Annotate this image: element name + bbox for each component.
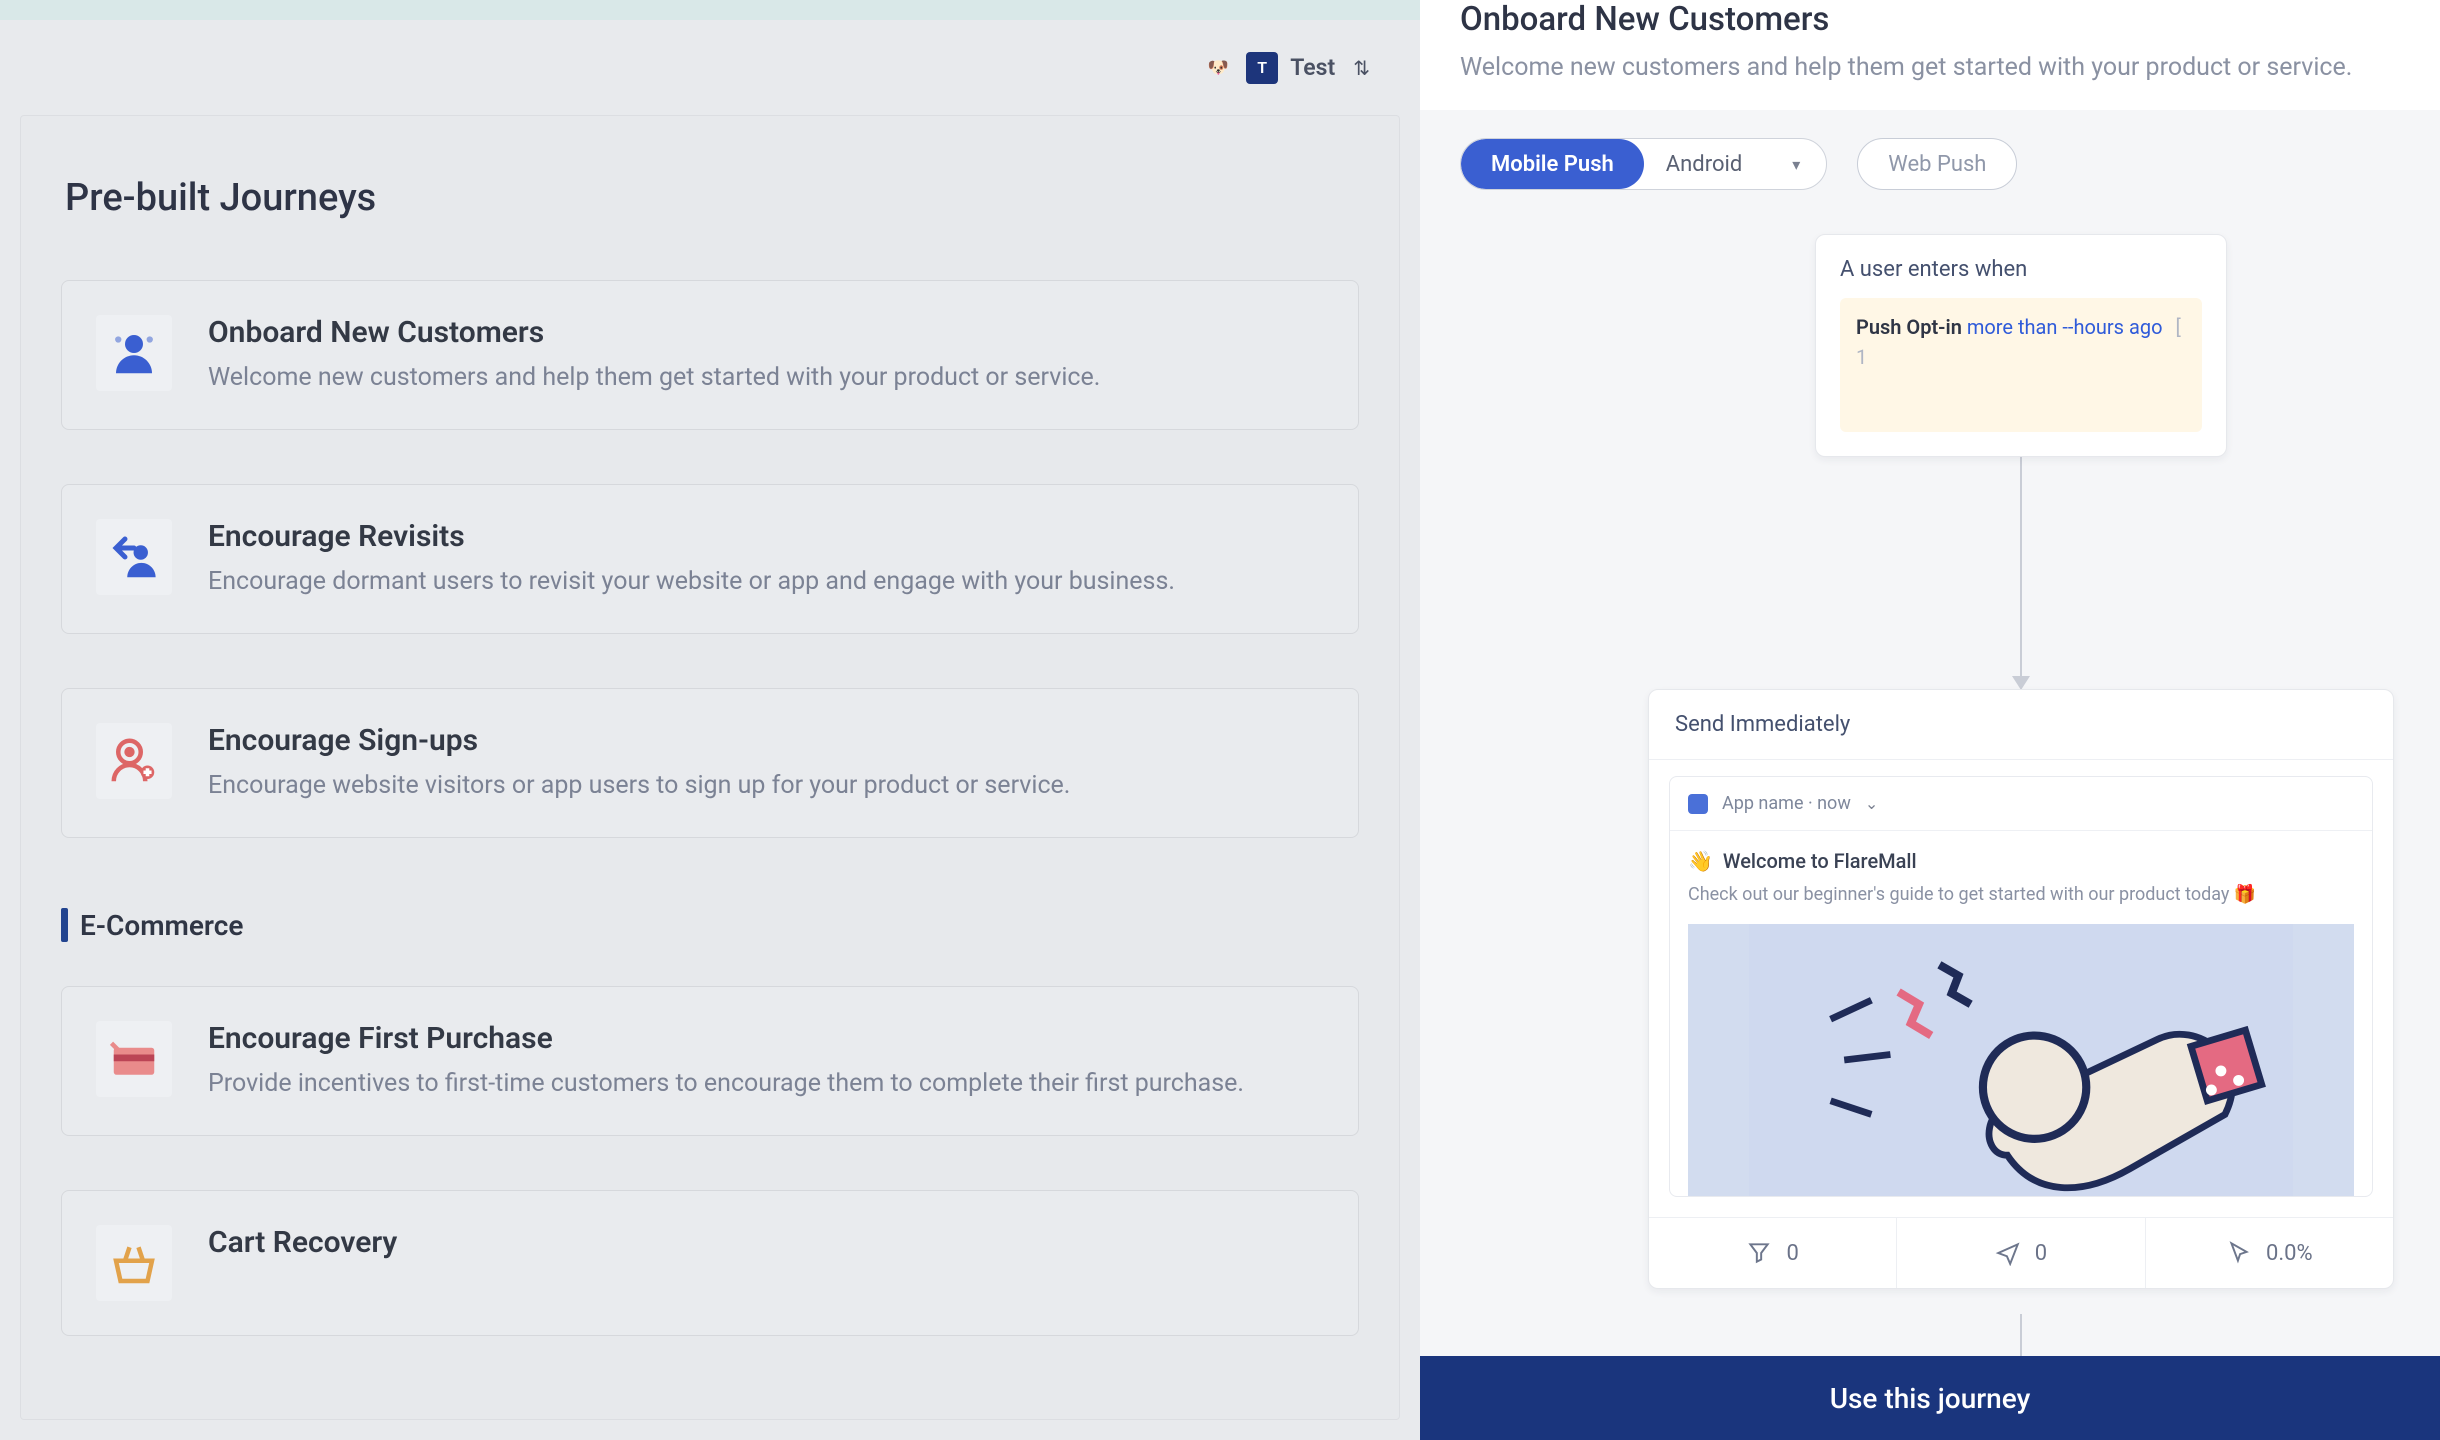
entry-condition-field: Push Opt-in xyxy=(1856,315,1962,339)
user-icon xyxy=(96,315,172,391)
funnel-icon xyxy=(1746,1240,1772,1266)
preview-msg-title-text: Welcome to FlareMall xyxy=(1723,849,1917,873)
return-user-icon xyxy=(96,519,172,595)
journeys-list-panel: 🐶 T Test ⇅ Pre-built Journeys Onboard Ne… xyxy=(0,0,1420,1440)
journey-desc: Welcome new customers and help them get … xyxy=(208,360,1100,395)
top-strip xyxy=(0,0,1420,20)
entry-condition-link[interactable]: more than --hours ago xyxy=(1967,315,2163,339)
journey-card-first-purchase[interactable]: Encourage First Purchase Provide incenti… xyxy=(61,986,1359,1136)
entry-condition[interactable]: Push Opt-in more than --hours ago [ 1 xyxy=(1840,298,2202,432)
journey-desc: Encourage dormant users to revisit your … xyxy=(208,564,1175,599)
journey-title: Encourage First Purchase xyxy=(208,1021,1244,1056)
journey-card-revisits[interactable]: Encourage Revisits Encourage dormant use… xyxy=(61,484,1359,634)
send-icon xyxy=(1995,1240,2021,1266)
add-user-icon xyxy=(96,723,172,799)
user-avatar[interactable]: T xyxy=(1246,52,1278,84)
preview-msg-body: Check out our beginner's guide to get st… xyxy=(1688,881,2354,908)
card-icon xyxy=(96,1021,172,1097)
flow-connector xyxy=(2020,444,2022,679)
drawer-header: Onboard New Customers Welcome new custom… xyxy=(1420,0,2440,110)
journey-title: Encourage Sign-ups xyxy=(208,723,1070,758)
journey-preview-drawer: Onboard New Customers Welcome new custom… xyxy=(1420,0,2440,1440)
os-select[interactable]: Android ▾ xyxy=(1644,139,1826,189)
drawer-subtitle: Welcome new customers and help them get … xyxy=(1460,53,2400,82)
stat-entered: 0 xyxy=(1649,1218,1896,1288)
wave-icon: 👋 xyxy=(1688,849,1713,873)
push-preview: App name · now ⌄ 👋 Welcome to FlareMall … xyxy=(1669,776,2373,1197)
cursor-icon xyxy=(2226,1240,2252,1266)
tab-mobile-push[interactable]: Mobile Push xyxy=(1461,139,1644,189)
account-name[interactable]: Test xyxy=(1290,54,1335,81)
arrow-down-icon xyxy=(2012,676,2030,690)
preview-app-row[interactable]: App name · now ⌄ xyxy=(1670,777,2372,831)
send-stats: 0 0 0.0% xyxy=(1649,1217,2393,1288)
preview-app-name: App name · now xyxy=(1722,793,1851,814)
account-bar: 🐶 T Test ⇅ xyxy=(20,20,1400,115)
journey-desc: Encourage website visitors or app users … xyxy=(208,768,1070,803)
journey-title: Onboard New Customers xyxy=(208,315,1100,350)
stat-delivered-value: 0 xyxy=(2035,1241,2047,1266)
drawer-body: Mobile Push Android ▾ Web Push A user en… xyxy=(1420,110,2440,1440)
page-title: Pre-built Journeys xyxy=(65,176,1359,220)
entry-heading: A user enters when xyxy=(1840,257,2202,282)
stat-entered-value: 0 xyxy=(1786,1241,1798,1266)
app-icon xyxy=(1688,794,1708,814)
chevron-down-icon: ▾ xyxy=(1792,155,1800,174)
channel-tabs: Mobile Push Android ▾ Web Push xyxy=(1460,138,2400,190)
tab-web-push[interactable]: Web Push xyxy=(1857,138,2017,190)
mobile-push-segment: Mobile Push Android ▾ xyxy=(1460,138,1827,190)
section-label: E-Commerce xyxy=(80,909,243,942)
send-heading: Send Immediately xyxy=(1649,690,2393,760)
journey-card-onboard[interactable]: Onboard New Customers Welcome new custom… xyxy=(61,280,1359,430)
journey-flow-canvas: A user enters when Push Opt-in more than… xyxy=(1460,234,2400,1440)
basket-icon xyxy=(96,1225,172,1301)
flow-send-node[interactable]: Send Immediately App name · now ⌄ 👋 xyxy=(1648,689,2394,1289)
chevron-down-icon: ⌄ xyxy=(1865,794,1878,813)
stat-ctr-value: 0.0% xyxy=(2266,1241,2313,1266)
account-switcher-icon[interactable]: ⇅ xyxy=(1353,56,1370,80)
flow-entry-node[interactable]: A user enters when Push Opt-in more than… xyxy=(1815,234,2227,457)
preview-hero-image xyxy=(1688,924,2354,1196)
os-select-value: Android xyxy=(1666,152,1742,177)
stat-ctr: 0.0% xyxy=(2145,1218,2393,1288)
section-ecommerce: E-Commerce xyxy=(61,908,1359,942)
preview-msg-title: 👋 Welcome to FlareMall xyxy=(1688,849,2354,873)
journey-desc: Provide incentives to first-time custome… xyxy=(208,1066,1244,1101)
org-avatar-icon: 🐶 xyxy=(1202,52,1234,84)
app-root: 🐶 T Test ⇅ Pre-built Journeys Onboard Ne… xyxy=(0,0,2440,1440)
journey-title: Encourage Revisits xyxy=(208,519,1175,554)
content-card: Pre-built Journeys Onboard New Customers… xyxy=(20,115,1400,1420)
journey-card-cart-recovery[interactable]: Cart Recovery xyxy=(61,1190,1359,1336)
drawer-title: Onboard New Customers xyxy=(1460,0,2400,39)
journey-card-signups[interactable]: Encourage Sign-ups Encourage website vis… xyxy=(61,688,1359,838)
use-journey-button[interactable]: Use this journey xyxy=(1420,1356,2440,1440)
journey-title: Cart Recovery xyxy=(208,1225,397,1260)
stat-delivered: 0 xyxy=(1896,1218,2144,1288)
section-bar-icon xyxy=(61,908,68,942)
